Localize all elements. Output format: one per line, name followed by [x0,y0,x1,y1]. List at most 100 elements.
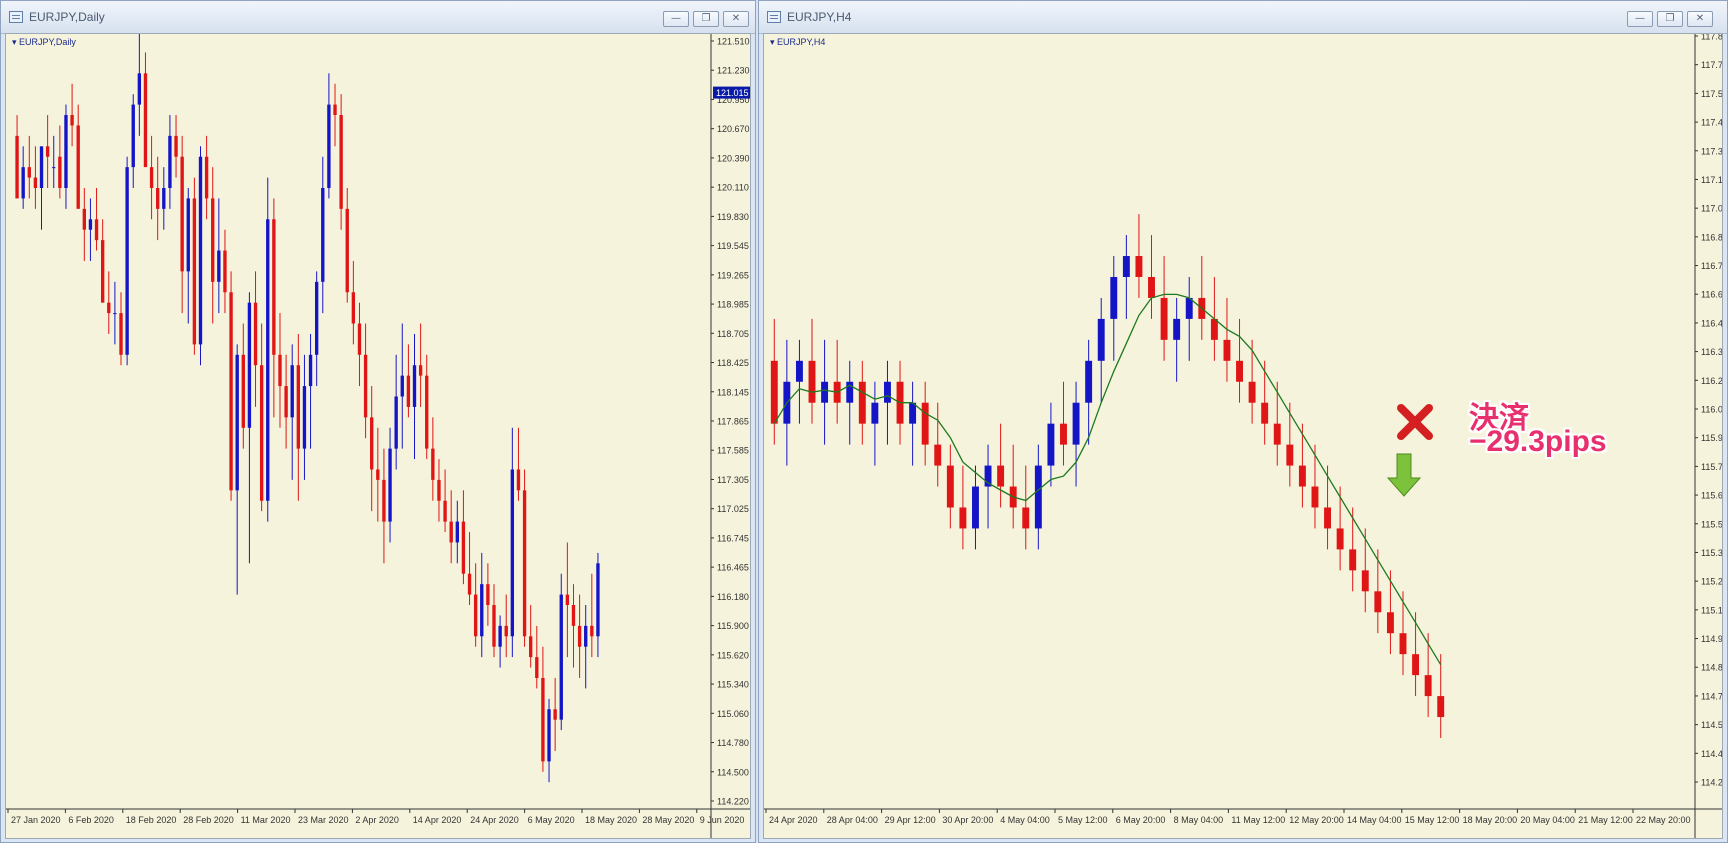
price-tick-label: 116.760 [1701,261,1722,271]
minimize-button[interactable]: — [1627,11,1653,27]
candle-body [584,625,588,647]
candle-body [406,375,411,407]
candle-body [247,302,252,428]
candle-body [296,365,301,449]
candle-body [871,402,879,424]
candle-body [382,479,386,522]
candle-body [339,115,343,209]
candle-body [443,500,447,522]
price-tick-label: 117.305 [1701,146,1722,156]
candle-body [535,657,539,678]
candle-body [186,198,190,272]
restore-button[interactable]: ❐ [693,11,719,27]
candle-body [394,396,398,449]
price-tick-label: 118.985 [717,300,749,310]
price-tick-label: 116.480 [1701,318,1722,328]
price-tick-label: 115.060 [717,709,749,719]
pips-result-label: −29.3pips [1469,425,1607,458]
price-chart[interactable]: ▾ EURJPY,Daily 121.510 121.230 120.950 120.… [5,33,751,839]
candle-body [143,73,148,168]
price-tick-label: 116.745 [717,533,749,543]
price-tick-label: 120.110 [717,183,749,193]
candle-body [431,448,435,480]
candle-body [192,198,197,345]
price-tick-label: 116.075 [1701,405,1722,415]
chart-window-h4[interactable]: EURJPY,H4 — ❐ ✕ ▾ EURJPY,H4 117.850117.7… [758,0,1728,843]
title-bar[interactable]: EURJPY,Daily — ❐ ✕ [1,1,755,34]
candle-body [590,625,594,637]
price-tick-label: 116.345 [1701,347,1722,357]
time-tick-label: 18 May 20:00 [1463,815,1518,825]
price-tick-label: 117.025 [717,504,749,514]
candle-body [302,386,307,449]
candle-body [1047,423,1055,466]
time-tick-label: 21 May 12:00 [1578,815,1633,825]
down-arrow-icon [1386,453,1422,497]
time-tick-label: 23 Mar 2020 [298,815,349,825]
price-tick-label: 115.340 [717,680,749,690]
candle-body [94,219,99,241]
chart-window-icon [767,11,781,23]
candle-body [1437,696,1445,718]
close-button[interactable]: ✕ [723,11,749,27]
price-tick-label: 117.305 [717,475,749,485]
price-tick-label: 114.425 [1701,749,1722,759]
time-tick-label: 29 Apr 12:00 [885,815,936,825]
time-tick-label: 11 May 12:00 [1231,815,1285,825]
time-tick-label: 30 Apr 20:00 [942,815,993,825]
x-mark-icon [1397,404,1433,440]
candle-body [272,219,276,355]
candle-body [934,444,942,466]
candle-body [1085,360,1093,403]
candle-body [198,156,203,345]
minimize-button[interactable]: — [663,11,689,27]
candle-body [229,292,233,491]
title-bar[interactable]: EURJPY,H4 — ❐ ✕ [759,1,1727,34]
candle-body [156,187,160,209]
candle-body [88,219,93,230]
candle-body [1110,276,1118,319]
candle-body [492,605,496,647]
time-tick-label: 22 May 20:00 [1636,815,1691,825]
candle-body [400,375,404,397]
time-tick-label: 6 May 20:00 [1116,815,1166,825]
price-tick-label: 115.935 [1701,433,1722,443]
candle-body [1261,402,1269,424]
candle-body [1223,339,1231,361]
candle-body [480,584,484,637]
candle-body [510,469,515,637]
candle-body [131,104,135,168]
price-tick-label: 119.265 [717,270,749,280]
price-tick-label: 117.030 [1701,204,1722,214]
price-tick-label: 120.670 [717,124,750,134]
candle-body [418,365,423,376]
candle-body [504,625,508,637]
candle-body [1336,528,1344,550]
candle-body [1298,465,1306,487]
candle-body [235,354,239,491]
price-tick-label: 115.900 [717,621,749,631]
restore-button[interactable]: ❐ [1657,11,1683,27]
price-tick-label: 116.180 [717,592,749,602]
candlestick-chart[interactable]: 121.510121.230120.950120.670120.390120.1… [6,34,750,838]
candle-body [437,479,441,501]
price-tick-label: 116.465 [717,563,749,573]
candle-body [571,605,576,626]
candle-body [516,469,521,491]
candle-body [1349,549,1357,571]
price-tick-label: 115.660 [1701,491,1722,501]
close-button[interactable]: ✕ [1687,11,1713,27]
candle-body [883,381,891,403]
candle-body [333,104,337,116]
candle-body [241,354,245,428]
price-tick-label: 118.145 [717,387,749,397]
candle-body [1273,423,1281,445]
time-tick-label: 18 May 2020 [585,815,637,825]
candle-body [1185,297,1193,319]
chart-window-daily[interactable]: EURJPY,Daily — ❐ ✕ ▾ EURJPY,Daily 121.51… [0,0,756,843]
candle-body [100,240,105,303]
candle-body [821,381,829,403]
window-title: EURJPY,H4 [787,10,852,24]
price-tick-label: 117.865 [717,417,749,427]
candle-body [259,365,264,501]
